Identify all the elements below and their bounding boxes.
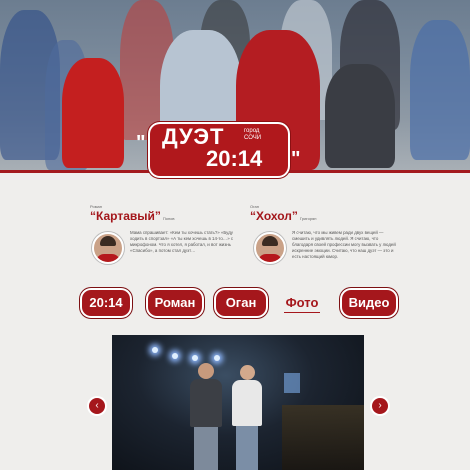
logo-year: 20:14 bbox=[206, 146, 263, 171]
stage-light bbox=[192, 355, 198, 361]
profile-bio: Мама спрашивает: «Кем ты хочешь стать?» … bbox=[130, 230, 234, 253]
gallery-prev-button[interactable]: ‹ bbox=[89, 398, 105, 414]
profile-name: “Картавый” Попов bbox=[90, 209, 240, 226]
stage-light bbox=[172, 353, 178, 359]
performer-right bbox=[325, 64, 395, 168]
nav-item-photo[interactable]: Фото bbox=[278, 290, 326, 316]
avatar bbox=[92, 232, 124, 264]
profiles-section: Роман “Картавый” Попов Мама спрашивает: «… bbox=[90, 204, 396, 284]
stage-light bbox=[214, 355, 220, 361]
gallery-photo[interactable] bbox=[112, 335, 364, 470]
nav-item-ogan[interactable]: Оган bbox=[216, 290, 266, 316]
profile-bio: Я считаю, что мы живем ради двух вещей —… bbox=[292, 230, 396, 259]
gallery-next-button[interactable]: › bbox=[372, 398, 388, 414]
nav-item-video[interactable]: Видео bbox=[342, 290, 396, 316]
profile-nickname: “Хохол” bbox=[250, 209, 298, 223]
logo-quote-open: " bbox=[136, 132, 146, 154]
nav-item-2014[interactable]: 20:14 bbox=[82, 290, 130, 316]
screen-glow bbox=[284, 373, 300, 393]
crowd-figure bbox=[410, 20, 470, 160]
profile-name: “Хохол” Григорян bbox=[250, 209, 400, 226]
logo-city: город СОЧИ bbox=[244, 128, 262, 141]
performer-photo-left bbox=[190, 363, 222, 470]
crowd-silhouette bbox=[282, 405, 364, 470]
logo-quote-close: " bbox=[291, 148, 301, 170]
duet-logo[interactable]: " ДУЭТ город СОЧИ 20:14 " bbox=[136, 118, 304, 180]
nav-item-roman[interactable]: Роман bbox=[148, 290, 202, 316]
stage-light bbox=[152, 347, 158, 353]
performer-photo-right bbox=[232, 363, 262, 470]
profile-ogan: Оган “Хохол” Григорян Я считаю, что мы жи… bbox=[250, 204, 400, 264]
profile-surname: Григорян bbox=[299, 216, 317, 221]
performer-left bbox=[62, 58, 124, 168]
avatar bbox=[254, 232, 286, 264]
main-nav: 20:14 Роман Оган Фото Видео bbox=[76, 290, 396, 320]
profile-roman: Роман “Картавый” Попов Мама спрашивает: «… bbox=[90, 204, 240, 264]
profile-surname: Попов bbox=[162, 216, 175, 221]
profile-nickname: “Картавый” bbox=[90, 209, 161, 223]
